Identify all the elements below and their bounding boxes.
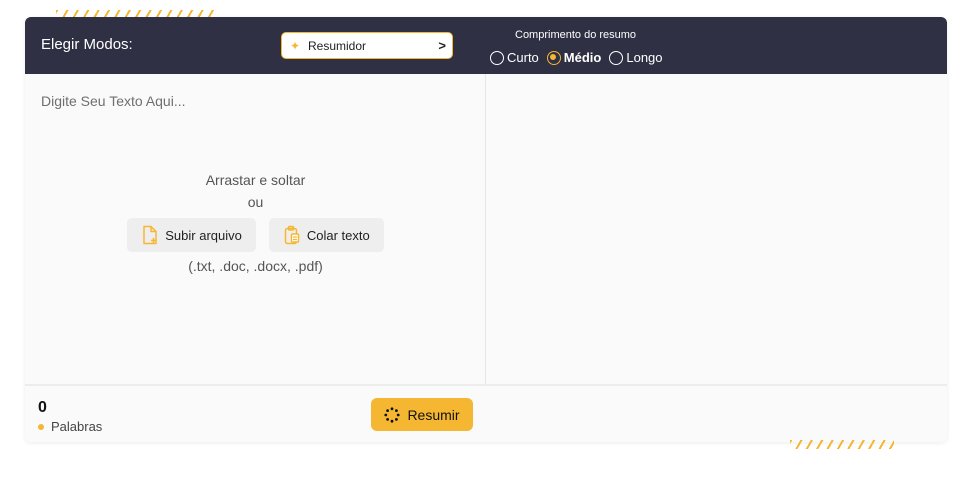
radio-longo[interactable]: Longo — [609, 50, 663, 65]
summarize-label: Resumir — [407, 406, 460, 423]
radio-label: Curto — [507, 50, 539, 65]
radio-medio[interactable]: Médio — [546, 50, 602, 65]
radio-curto[interactable]: Curto — [490, 50, 539, 65]
bullet-dot-icon — [38, 423, 44, 430]
word-count-label: Palabras — [51, 419, 103, 434]
radio-checked-icon — [546, 50, 561, 65]
sparkle-icon: ✦ — [290, 38, 301, 53]
radio-circle-icon — [490, 50, 504, 65]
upload-file-button[interactable]: Subir arquivo — [127, 218, 256, 252]
text-input-placeholder[interactable]: Digite Seu Texto Aqui... — [41, 93, 186, 109]
input-pane[interactable]: Digite Seu Texto Aqui... Arrastar e solt… — [25, 74, 486, 384]
file-drop-area[interactable]: Arrastar e soltar ou Subir arquivo Colar… — [25, 169, 486, 274]
word-count-label-row: Palabras — [38, 419, 102, 434]
paste-text-button[interactable]: Colar texto — [268, 218, 384, 252]
mode-title: Elegir Modos: — [41, 36, 133, 53]
output-pane — [487, 74, 947, 384]
paste-text-label: Colar texto — [306, 227, 370, 243]
radio-label: Longo — [626, 50, 663, 65]
word-count: 0 — [38, 399, 47, 416]
radio-circle-icon — [609, 50, 624, 65]
loading-spinner-icon — [384, 406, 401, 423]
mode-dropdown-label: Resumidor — [308, 38, 367, 53]
or-label: ou — [247, 194, 264, 210]
footer-bar: 0 Palabras Resumir — [25, 384, 947, 442]
upload-file-label: Subir arquivo — [165, 227, 242, 243]
upload-actions: Subir arquivo Colar texto — [25, 218, 486, 252]
drag-drop-label: Arrastar e soltar — [205, 172, 306, 188]
summary-length-title: Comprimento do resumo — [515, 29, 637, 41]
supported-formats: (.txt, .doc, .docx, .pdf) — [188, 258, 323, 274]
mode-header: Elegir Modos: ✦ Resumidor > Comprimento … — [25, 17, 947, 74]
clipboard-icon — [284, 225, 300, 245]
summarize-button[interactable]: Resumir — [371, 398, 473, 431]
file-add-icon — [143, 225, 157, 245]
mode-dropdown[interactable]: ✦ Resumidor > — [281, 32, 453, 59]
summary-length-options: Curto Médio Longo — [490, 50, 671, 65]
summarizer-card: Elegir Modos: ✦ Resumidor > Comprimento … — [25, 17, 947, 442]
radio-label: Médio — [563, 50, 602, 65]
decorative-stripes-bottom — [790, 440, 894, 449]
chevron-right-icon: > — [438, 38, 446, 53]
